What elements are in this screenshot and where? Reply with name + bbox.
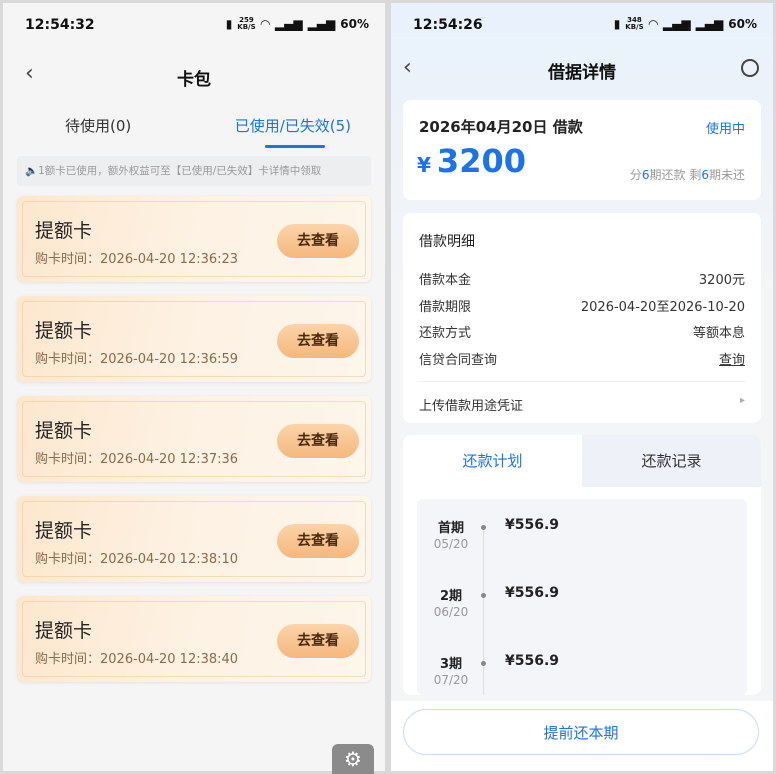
- loan-status: 使用中: [705, 122, 745, 137]
- bottom-bar: 提前还本期: [391, 701, 773, 771]
- card-time: 购卡时间：2026-04-20 12:38:40: [35, 652, 239, 667]
- card-name: 提额卡: [35, 220, 93, 242]
- wifi-icon: ◠: [260, 17, 270, 31]
- tab-indicator: [265, 145, 325, 148]
- card-time: 购卡时间：2026-04-20 12:36:23: [35, 252, 239, 267]
- status-time: 12:54:32: [25, 17, 95, 33]
- notice-bar: 🔈1额卡已使用，额外权益可至【已使用/已失效】卡详情中领取: [17, 156, 371, 186]
- timeline-dot: [481, 593, 486, 598]
- card-name: 提额卡: [35, 420, 93, 442]
- tab-unused[interactable]: 待使用(0): [65, 115, 131, 136]
- plan-item: 首期 05/20 ¥556.9: [417, 517, 747, 577]
- card-time: 购卡时间：2026-04-20 12:38:10: [35, 552, 239, 567]
- signal-icon-2: ▂▄▆: [695, 17, 724, 31]
- card-time: 购卡时间：2026-04-20 12:37:36: [35, 452, 239, 467]
- plan-item: 3期 07/20 ¥556.9: [417, 653, 747, 695]
- view-button[interactable]: 去查看: [277, 224, 359, 258]
- card-time: 购卡时间：2026-04-20 12:36:59: [35, 352, 239, 367]
- plan-amount: ¥556.9: [505, 585, 560, 601]
- loan-detail-panel: 借款明细 借款本金 3200元 借款期限 2026-04-20至2026-10-…: [403, 213, 761, 423]
- section-title: 借款明细: [419, 234, 475, 250]
- network-speed: 348 KB/S: [625, 16, 644, 31]
- currency-symbol: ¥: [417, 153, 431, 177]
- view-button[interactable]: 去查看: [277, 324, 359, 358]
- loan-detail-screen: 12:54:26 ▮ 348 KB/S ◠ ▂▄▆ ▂▄▆ 60% ‹ 借据详情 …: [391, 3, 773, 771]
- timeline-dot: [481, 525, 486, 530]
- battery-text: 60%: [340, 17, 369, 31]
- loan-terms: 分6期还款 剩6期未还: [629, 168, 745, 182]
- status-icons: ▮ 259 KB/S ◠ ▂▄▆ ▂▄▆ 60%: [225, 16, 369, 32]
- detail-row: 信贷合同查询 查询: [419, 349, 745, 369]
- plan-date: 06/20: [433, 605, 469, 619]
- detail-row: 还款方式 等额本息: [419, 322, 745, 342]
- chevron-right-icon: ▸: [739, 395, 745, 406]
- card-item[interactable]: 提额卡 购卡时间：2026-04-20 12:37:36 去查看: [17, 396, 371, 482]
- status-bar: 12:54:26 ▮ 348 KB/S ◠ ▂▄▆ ▂▄▆ 60%: [391, 3, 773, 43]
- status-icons: ▮ 348 KB/S ◠ ▂▄▆ ▂▄▆ 60%: [613, 16, 757, 32]
- card-item[interactable]: 提额卡 购卡时间：2026-04-20 12:38:40 去查看: [17, 596, 371, 682]
- page-title: 借据详情: [548, 63, 616, 83]
- wifi-icon: ◠: [648, 17, 658, 31]
- plan-period: 首期: [437, 521, 464, 536]
- row-label: 借款本金: [419, 273, 472, 288]
- detail-row: 借款本金 3200元: [419, 269, 745, 289]
- repayment-panel: 还款计划 还款记录 首期 05/20 ¥556.9 2期 06/20 ¥556.…: [403, 435, 761, 695]
- row-label: 借款期限: [419, 300, 472, 315]
- contract-query-link[interactable]: 查询: [719, 349, 745, 368]
- plan-period: 2期: [439, 589, 463, 604]
- vibrate-icon: ▮: [225, 17, 233, 31]
- plan-amount: ¥556.9: [505, 517, 560, 533]
- plan-list: 首期 05/20 ¥556.9 2期 06/20 ¥556.9 3期 07/20…: [417, 499, 747, 695]
- status-bar: 12:54:32 ▮ 259 KB/S ◠ ▂▄▆ ▂▄▆ 60%: [3, 3, 385, 43]
- view-button[interactable]: 去查看: [277, 424, 359, 458]
- top-nav: ‹ 借据详情: [391, 53, 773, 83]
- signal-icon-2: ▂▄▆: [307, 17, 336, 31]
- row-value: 等额本息: [692, 326, 745, 341]
- divider: [419, 381, 745, 382]
- top-nav: ‹ 卡包: [3, 61, 385, 91]
- card-item[interactable]: 提额卡 购卡时间：2026-04-20 12:38:10 去查看: [17, 496, 371, 582]
- card-wallet-screen: 12:54:32 ▮ 259 KB/S ◠ ▂▄▆ ▂▄▆ 60% ‹ 卡包 待使…: [3, 3, 385, 771]
- card-name: 提额卡: [35, 320, 93, 342]
- battery-text: 60%: [728, 17, 757, 31]
- page-title: 卡包: [177, 70, 211, 90]
- tab-repayment-record[interactable]: 还款记录: [582, 435, 761, 487]
- view-button[interactable]: 去查看: [277, 624, 359, 658]
- upload-label: 上传借款用途凭证: [419, 399, 524, 414]
- tab-repayment-plan[interactable]: 还款计划: [403, 435, 582, 487]
- row-value: 3200元: [698, 273, 745, 288]
- row-label: 还款方式: [419, 326, 472, 341]
- card-item[interactable]: 提额卡 购卡时间：2026-04-20 12:36:23 去查看: [17, 196, 371, 282]
- vibrate-icon: ▮: [613, 17, 621, 31]
- upload-voucher-row[interactable]: 上传借款用途凭证 ▸: [419, 395, 745, 414]
- plan-date: 05/20: [433, 537, 469, 551]
- card-tabs: 待使用(0) 已使用/已失效(5): [3, 115, 385, 151]
- card-name: 提额卡: [35, 620, 93, 642]
- signal-icon: ▂▄▆: [274, 17, 303, 31]
- headset-icon[interactable]: [741, 59, 759, 77]
- plan-item: 2期 06/20 ¥556.9: [417, 585, 747, 645]
- row-value: 2026-04-20至2026-10-20: [580, 300, 745, 315]
- tab-used[interactable]: 已使用/已失效(5): [235, 115, 351, 136]
- loan-date: 2026年04月20日 借款: [419, 118, 583, 136]
- timeline-dot: [481, 661, 486, 666]
- status-time: 12:54:26: [413, 17, 483, 33]
- view-button[interactable]: 去查看: [277, 524, 359, 558]
- plan-period: 3期: [439, 657, 463, 672]
- detail-row: 借款期限 2026-04-20至2026-10-20: [419, 296, 745, 316]
- prepay-button[interactable]: 提前还本期: [403, 709, 759, 755]
- network-speed: 259 KB/S: [237, 16, 256, 31]
- card-item[interactable]: 提额卡 购卡时间：2026-04-20 12:36:59 去查看: [17, 296, 371, 382]
- loan-amount: ¥3200: [417, 142, 526, 180]
- signal-icon: ▂▄▆: [662, 17, 691, 31]
- plan-amount: ¥556.9: [505, 653, 560, 669]
- gear-icon[interactable]: ⚙: [332, 744, 374, 774]
- card-name: 提额卡: [35, 520, 93, 542]
- amount-value: 3200: [436, 142, 526, 180]
- loan-summary: 2026年04月20日 借款 使用中 ¥3200 分6期还款 剩6期未还: [403, 100, 761, 200]
- plan-date: 07/20: [433, 673, 469, 687]
- row-label: 信贷合同查询: [419, 353, 498, 368]
